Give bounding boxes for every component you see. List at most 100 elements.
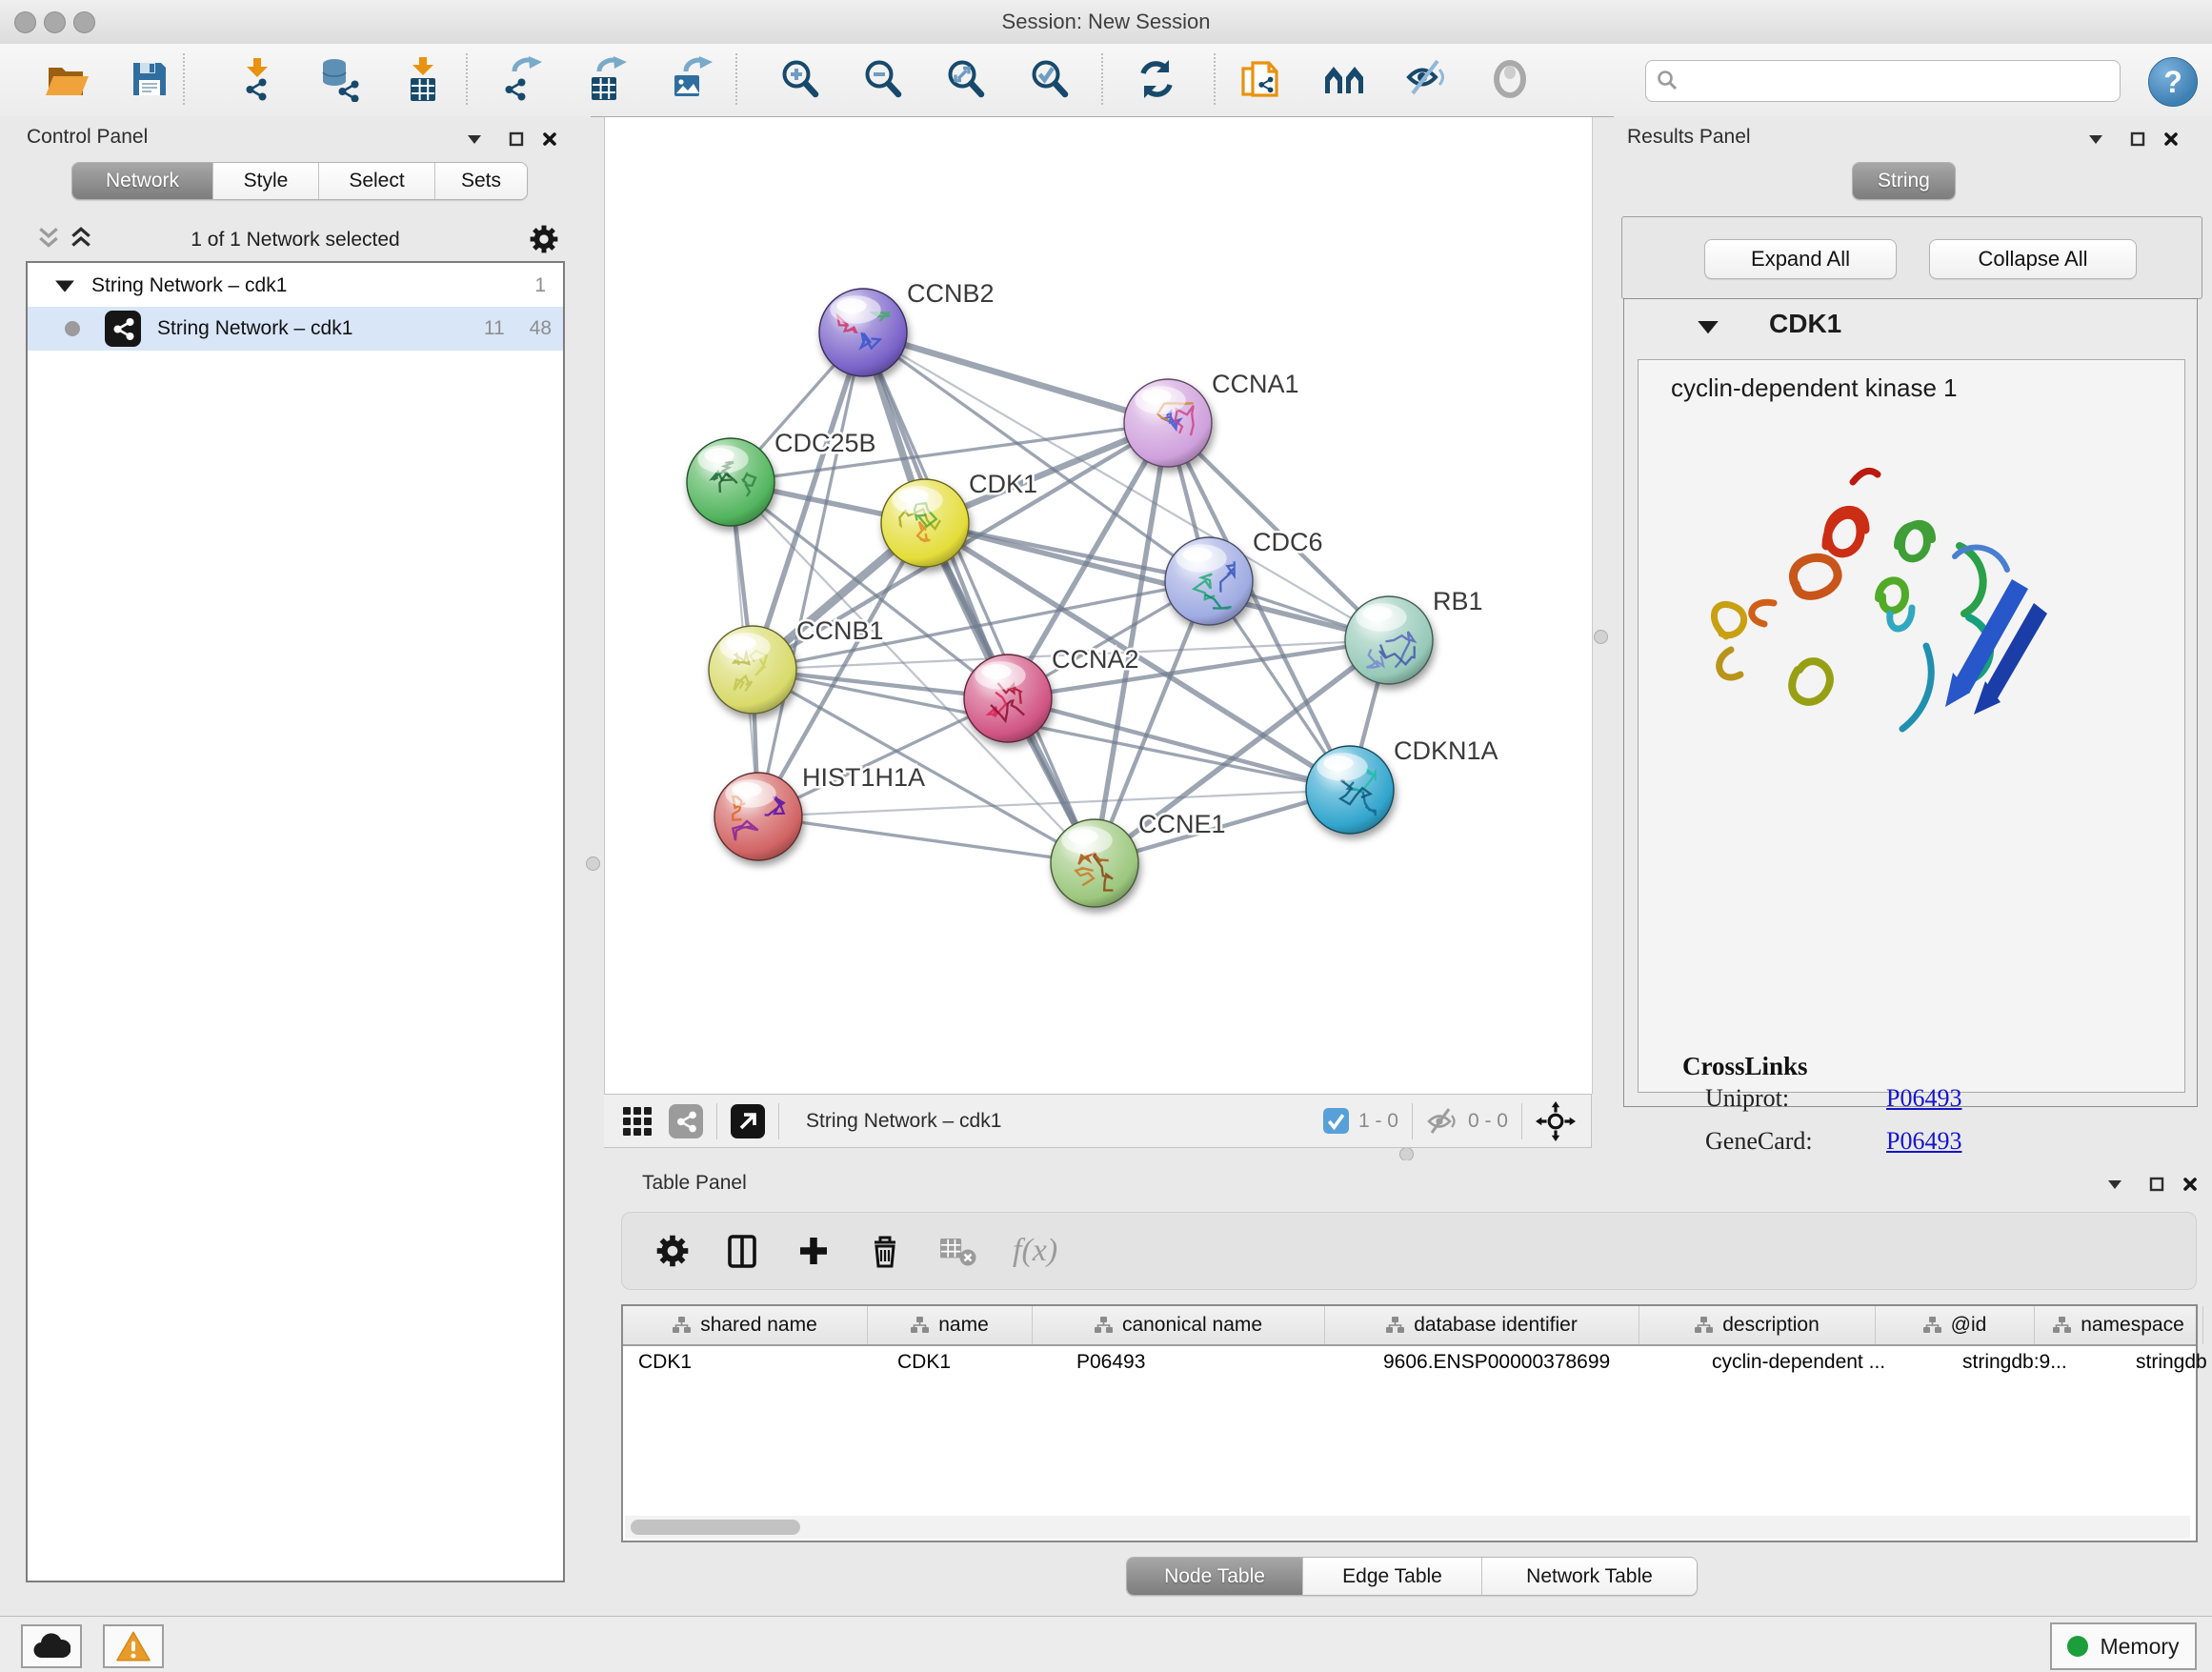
results-panel-close-icon[interactable]	[2162, 131, 2180, 148]
table-cell[interactable]: stringdb	[2121, 1344, 2212, 1380]
selected-checkbox-icon[interactable]	[1323, 1108, 1349, 1134]
network-node-CCNE1[interactable]: CCNE1	[1051, 810, 1226, 907]
import-network-from-file-icon[interactable]	[234, 56, 280, 102]
network-options-gear-icon[interactable]	[530, 225, 558, 253]
show-columns-icon[interactable]	[723, 1232, 761, 1270]
clone-network-icon[interactable]	[1237, 56, 1283, 102]
zoom-fit-content-icon[interactable]	[943, 56, 989, 102]
crosslink-row: Uniprot:P06493	[1639, 1084, 2184, 1127]
tab-sets[interactable]: Sets	[435, 163, 527, 199]
delete-table-icon[interactable]	[938, 1232, 978, 1270]
table-panel-float-icon[interactable]	[2148, 1176, 2165, 1193]
column-header--id[interactable]: @id	[1876, 1306, 2035, 1344]
table-header-row: shared namenamecanonical namedatabase id…	[623, 1306, 2196, 1346]
column-header-shared-name[interactable]: shared name	[623, 1306, 868, 1344]
table-cell[interactable]: cyclin-dependent ...	[1697, 1344, 1947, 1380]
hidden-eye-icon[interactable]	[1426, 1106, 1458, 1137]
table-cell[interactable]: CDK1	[882, 1344, 1061, 1380]
tab-network[interactable]: Network	[72, 163, 213, 199]
tree-expander-icon[interactable]	[54, 278, 75, 293]
import-network-from-database-icon[interactable]	[315, 56, 361, 102]
network-row-selected[interactable]: String Network – cdk1 11 48	[28, 307, 563, 351]
network-node-HIST1H1A[interactable]: HIST1H1A	[714, 763, 925, 860]
table-cell[interactable]: stringdb:9...	[1947, 1344, 2121, 1380]
network-edge-CCNB2-CCNA1[interactable]	[863, 332, 1168, 423]
apply-preferred-layout-icon[interactable]	[1134, 56, 1179, 102]
results-panel-float-icon[interactable]	[2129, 131, 2146, 148]
delete-column-icon[interactable]	[866, 1232, 904, 1270]
column-header-database-identifier[interactable]: database identifier	[1325, 1306, 1639, 1344]
tab-network-table[interactable]: Network Table	[1482, 1558, 1697, 1595]
cloud-button[interactable]	[21, 1624, 82, 1668]
control-panel-menu-icon[interactable]	[466, 131, 483, 148]
network-canvas[interactable]: CCNB2CCNA1CDC25BCDK1CDC6RB1CCNB1CCNA2CDK…	[604, 117, 1593, 1094]
open-in-window-icon[interactable]	[731, 1104, 765, 1138]
navigator-crosshair-icon[interactable]	[1536, 1101, 1576, 1141]
network-view-title: String Network – cdk1	[806, 1110, 1001, 1133]
tab-select[interactable]: Select	[319, 163, 435, 199]
scrollbar-thumb[interactable]	[631, 1520, 800, 1535]
show-all-icon[interactable]	[1488, 56, 1534, 102]
network-thumbnail-icon[interactable]	[669, 1104, 703, 1138]
open-session-icon[interactable]	[44, 56, 90, 102]
first-neighbors-icon[interactable]	[1321, 56, 1367, 102]
grid-view-icon[interactable]	[621, 1105, 654, 1138]
splitter-handle[interactable]	[1399, 1147, 1414, 1161]
zoom-out-icon[interactable]	[860, 56, 906, 102]
column-header-canonical-name[interactable]: canonical name	[1033, 1306, 1325, 1344]
collapse-all-button[interactable]: Collapse All	[1929, 239, 2137, 279]
control-panel-float-icon[interactable]	[508, 131, 525, 148]
network-node-label: CCNE1	[1138, 810, 1226, 838]
export-image-icon[interactable]	[669, 56, 714, 102]
column-header-name[interactable]: name	[868, 1306, 1033, 1344]
tab-edge-table[interactable]: Edge Table	[1303, 1558, 1482, 1595]
column-header-description[interactable]: description	[1639, 1306, 1876, 1344]
network-selection-status: 1 of 1 Network selected	[0, 229, 591, 252]
table-cell[interactable]: P06493	[1061, 1344, 1368, 1380]
export-table-icon[interactable]	[584, 56, 630, 102]
warning-icon	[115, 1630, 151, 1662]
control-panel-close-icon[interactable]	[541, 131, 558, 148]
table-panel-menu-icon[interactable]	[2106, 1176, 2123, 1193]
tab-string[interactable]: String	[1853, 163, 1955, 199]
add-column-icon[interactable]	[795, 1233, 832, 1269]
crosslink-value-link[interactable]: P06493	[1886, 1084, 1961, 1113]
entry-expander-icon[interactable]	[1697, 318, 1719, 335]
memory-button[interactable]: Memory	[2050, 1622, 2197, 1670]
table-panel-title: Table Panel	[642, 1172, 747, 1195]
tab-node-table[interactable]: Node Table	[1127, 1558, 1303, 1595]
import-table-from-file-icon[interactable]	[400, 56, 446, 102]
network-edge-CDKN1A-HIST1H1A[interactable]	[758, 790, 1350, 816]
network-edge-HIST1H1A-CCNE1[interactable]	[758, 816, 1095, 863]
network-collection-row[interactable]: String Network – cdk1 1	[28, 265, 563, 307]
network-node-CCNA1[interactable]: CCNA1	[1124, 370, 1299, 467]
hide-selected-icon[interactable]	[1405, 56, 1451, 102]
results-panel-menu-icon[interactable]	[2087, 131, 2104, 148]
horizontal-scrollbar[interactable]	[625, 1516, 2190, 1539]
network-node-CDC25B[interactable]: CDC25B	[687, 429, 876, 526]
network-node-CDKN1A[interactable]: CDKN1A	[1306, 736, 1498, 834]
table-toolbar: f(x)	[621, 1212, 2197, 1290]
network-node-RB1[interactable]: RB1	[1345, 587, 1483, 684]
table-cell[interactable]: 9606.ENSP00000378699	[1368, 1344, 1697, 1380]
table-options-gear-icon[interactable]	[656, 1235, 689, 1267]
warnings-button[interactable]	[103, 1624, 164, 1668]
zoom-in-icon[interactable]	[777, 56, 823, 102]
table-row[interactable]: CDK1CDK1P064939606.ENSP00000378699cyclin…	[623, 1344, 2196, 1380]
tab-style[interactable]: Style	[213, 163, 319, 199]
expand-all-button[interactable]: Expand All	[1704, 239, 1897, 279]
function-builder-icon[interactable]: f(x)	[1013, 1233, 1057, 1269]
crosslink-value-link[interactable]: P06493	[1886, 1127, 1961, 1156]
splitter-handle[interactable]	[1594, 630, 1608, 644]
zoom-selected-icon[interactable]	[1027, 56, 1073, 102]
table-panel-close-icon[interactable]	[2182, 1176, 2199, 1193]
help-icon[interactable]: ?	[2148, 57, 2198, 107]
table-panel: Table Panel f(x) shared namenamecanonica…	[604, 1160, 2212, 1616]
collection-label: String Network – cdk1	[91, 274, 287, 297]
search-input[interactable]	[1680, 60, 2120, 102]
column-header-namespace[interactable]: namespace	[2035, 1306, 2203, 1344]
table-cell[interactable]: CDK1	[623, 1344, 882, 1380]
save-session-icon[interactable]	[127, 56, 172, 102]
export-network-icon[interactable]	[499, 56, 545, 102]
splitter-handle[interactable]	[586, 856, 600, 871]
